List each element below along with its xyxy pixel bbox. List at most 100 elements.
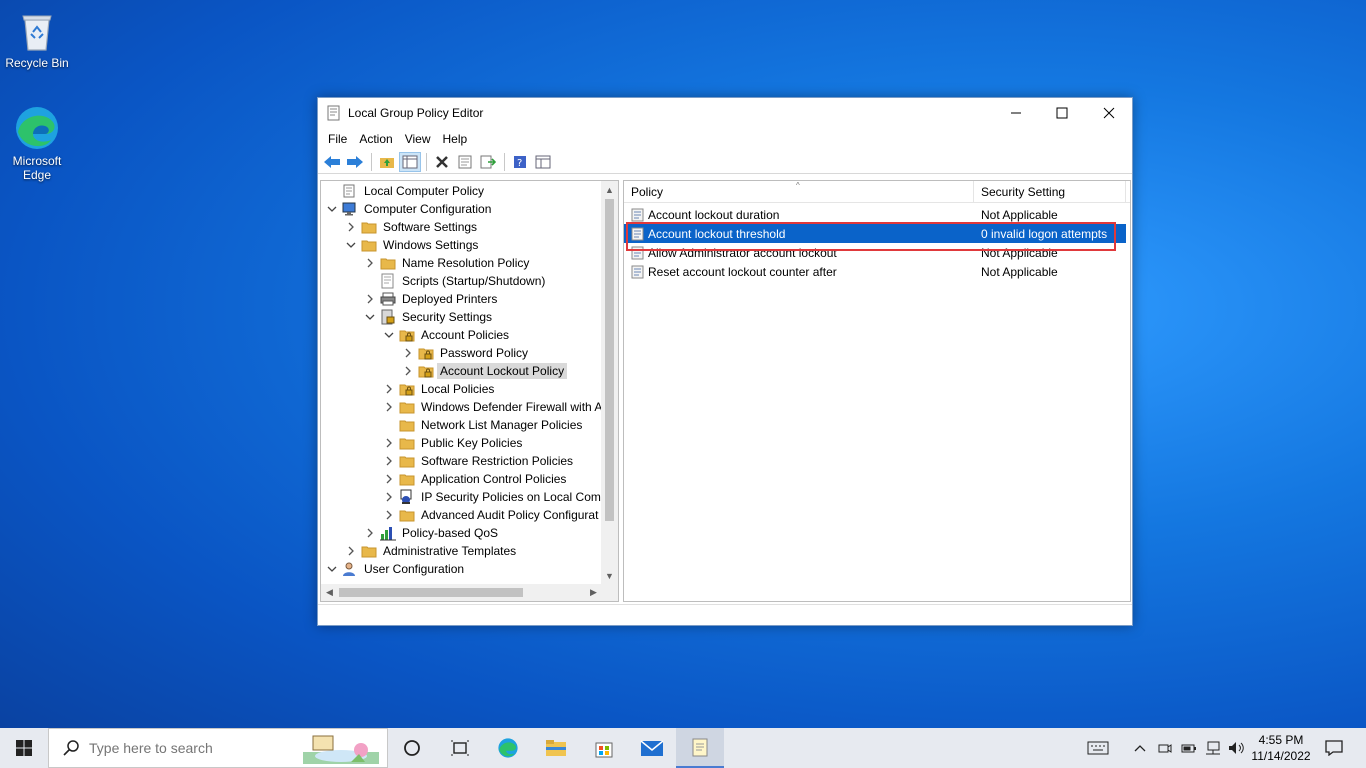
scroll-up-icon[interactable]: ▲ <box>601 181 618 198</box>
menu-action[interactable]: Action <box>353 132 398 146</box>
help-button[interactable]: ? <box>509 152 531 172</box>
tree-horizontal-scrollbar[interactable]: ◀ ▶ <box>321 584 602 601</box>
taskbar-search-box[interactable] <box>48 728 388 768</box>
scroll-down-icon[interactable]: ▼ <box>601 567 618 584</box>
chevron-right-icon[interactable] <box>344 542 358 560</box>
tree-node[interactable]: Local Computer Policy <box>325 182 487 200</box>
tree-node[interactable]: Application Control Policies <box>382 470 569 488</box>
tree-node[interactable]: Windows Defender Firewall with A <box>382 398 605 416</box>
tree-node[interactable]: Account Lockout Policy <box>401 362 568 380</box>
taskbar-edge[interactable] <box>484 728 532 768</box>
tray-volume[interactable] <box>1227 728 1247 768</box>
taskbar-store[interactable] <box>580 728 628 768</box>
gpedit-window: Local Group Policy Editor File Action Vi… <box>317 97 1133 626</box>
notification-center-button[interactable] <box>1320 728 1348 768</box>
up-level-button[interactable] <box>376 152 398 172</box>
start-button[interactable] <box>0 728 48 768</box>
minimize-button[interactable] <box>993 98 1039 128</box>
chevron-right-icon[interactable] <box>344 218 358 236</box>
chevron-right-icon[interactable] <box>363 290 377 308</box>
chevron-right-icon[interactable] <box>382 452 396 470</box>
tray-battery[interactable] <box>1179 728 1199 768</box>
taskbar-file-explorer[interactable] <box>532 728 580 768</box>
chevron-right-icon[interactable] <box>382 470 396 488</box>
search-input[interactable] <box>89 740 309 756</box>
scroll-thumb[interactable] <box>605 199 614 521</box>
maximize-button[interactable] <box>1039 98 1085 128</box>
desktop-icon-recycle-bin[interactable]: Recycle Bin <box>2 6 72 70</box>
taskbar-mail[interactable] <box>628 728 676 768</box>
menu-help[interactable]: Help <box>437 132 474 146</box>
tree-node[interactable]: Policy-based QoS <box>363 524 501 542</box>
chevron-down-icon[interactable] <box>363 308 377 326</box>
chevron-right-icon[interactable] <box>363 254 377 272</box>
tree-node[interactable]: Account Policies <box>382 326 512 344</box>
tree-node[interactable]: Windows Settings <box>344 236 481 254</box>
chevron-right-icon[interactable] <box>382 380 396 398</box>
tray-network[interactable] <box>1203 728 1223 768</box>
chevron-right-icon[interactable] <box>401 344 415 362</box>
taskbar-gpedit[interactable] <box>676 728 724 768</box>
title-bar[interactable]: Local Group Policy Editor <box>318 98 1132 128</box>
menu-file[interactable]: File <box>322 132 353 146</box>
tree-node[interactable]: Security Settings <box>363 308 495 326</box>
tree-node[interactable]: Software Restriction Policies <box>382 452 576 470</box>
chevron-right-icon[interactable] <box>382 434 396 452</box>
chevron-down-icon[interactable] <box>344 236 358 254</box>
tree-node[interactable]: Network List Manager Policies <box>382 416 585 434</box>
chevron-down-icon[interactable] <box>325 560 339 578</box>
tree-node[interactable]: Public Key Policies <box>382 434 525 452</box>
task-view-button[interactable] <box>436 728 484 768</box>
scroll-left-icon[interactable]: ◀ <box>321 584 338 601</box>
security-setting-value: 0 invalid logon attempts <box>981 226 1108 241</box>
filter-view-button[interactable] <box>532 152 554 172</box>
tree-node[interactable]: Scripts (Startup/Shutdown) <box>363 272 548 290</box>
policy-row[interactable]: Account lockout threshold 0 invalid logon… <box>624 224 1126 243</box>
delete-button[interactable] <box>431 152 453 172</box>
chevron-down-icon[interactable] <box>382 326 396 344</box>
chevron-right-icon[interactable] <box>382 398 396 416</box>
policy-row[interactable]: Allow Administrator account lockout Not A… <box>624 243 1126 262</box>
chevron-right-icon[interactable] <box>363 524 377 542</box>
tray-keyboard[interactable] <box>1084 728 1112 768</box>
scroll-right-icon[interactable]: ▶ <box>585 584 602 601</box>
chevron-right-icon[interactable] <box>401 362 415 380</box>
camera-icon <box>1158 744 1172 753</box>
tree-node-label: Windows Settings <box>383 238 479 252</box>
forward-button[interactable] <box>344 152 366 172</box>
menu-view[interactable]: View <box>399 132 437 146</box>
tree-node[interactable]: IP Security Policies on Local Comp <box>382 488 611 506</box>
chevron-right-icon[interactable] <box>382 488 396 506</box>
tree-vertical-scrollbar[interactable]: ▲ ▼ <box>601 181 618 584</box>
folder-icon <box>399 453 415 469</box>
back-button[interactable] <box>321 152 343 172</box>
chevron-right-icon[interactable] <box>382 506 396 524</box>
tray-meet-now[interactable] <box>1155 728 1175 768</box>
scroll-thumb[interactable] <box>339 588 523 597</box>
properties-button[interactable] <box>454 152 476 172</box>
tree-node[interactable]: Password Policy <box>401 344 531 362</box>
tray-show-hidden-button[interactable] <box>1130 728 1150 768</box>
column-label: Security Setting <box>981 185 1066 199</box>
edge-icon <box>498 738 518 758</box>
taskbar-clock[interactable]: 4:55 PM 11/14/2022 <box>1248 732 1314 764</box>
desktop-icon-edge[interactable]: Microsoft Edge <box>2 104 72 182</box>
show-hide-tree-button[interactable] <box>399 151 421 172</box>
cortana-button[interactable] <box>388 728 436 768</box>
policy-row[interactable]: Account lockout duration Not Applicable <box>624 205 1126 224</box>
tree-node[interactable]: Local Policies <box>382 380 497 398</box>
security-setting-value: Not Applicable <box>981 245 1058 260</box>
chevron-down-icon[interactable] <box>325 200 339 218</box>
tree-node[interactable]: Name Resolution Policy <box>363 254 532 272</box>
tree-node[interactable]: Computer Configuration <box>325 200 494 218</box>
policy-row[interactable]: Reset account lockout counter after Not A… <box>624 262 1126 281</box>
tree-node[interactable]: User Configuration <box>325 560 467 578</box>
tree-node-label: Advanced Audit Policy Configurat <box>421 508 599 522</box>
tree-node[interactable]: Administrative Templates <box>344 542 519 560</box>
tree-node[interactable]: Software Settings <box>344 218 480 236</box>
tree-node[interactable]: Deployed Printers <box>363 290 500 308</box>
tree-node[interactable]: Advanced Audit Policy Configurat <box>382 506 601 524</box>
close-button[interactable] <box>1086 98 1132 128</box>
column-header-security-setting[interactable]: Security Setting <box>974 181 1126 203</box>
export-list-button[interactable] <box>477 152 499 172</box>
